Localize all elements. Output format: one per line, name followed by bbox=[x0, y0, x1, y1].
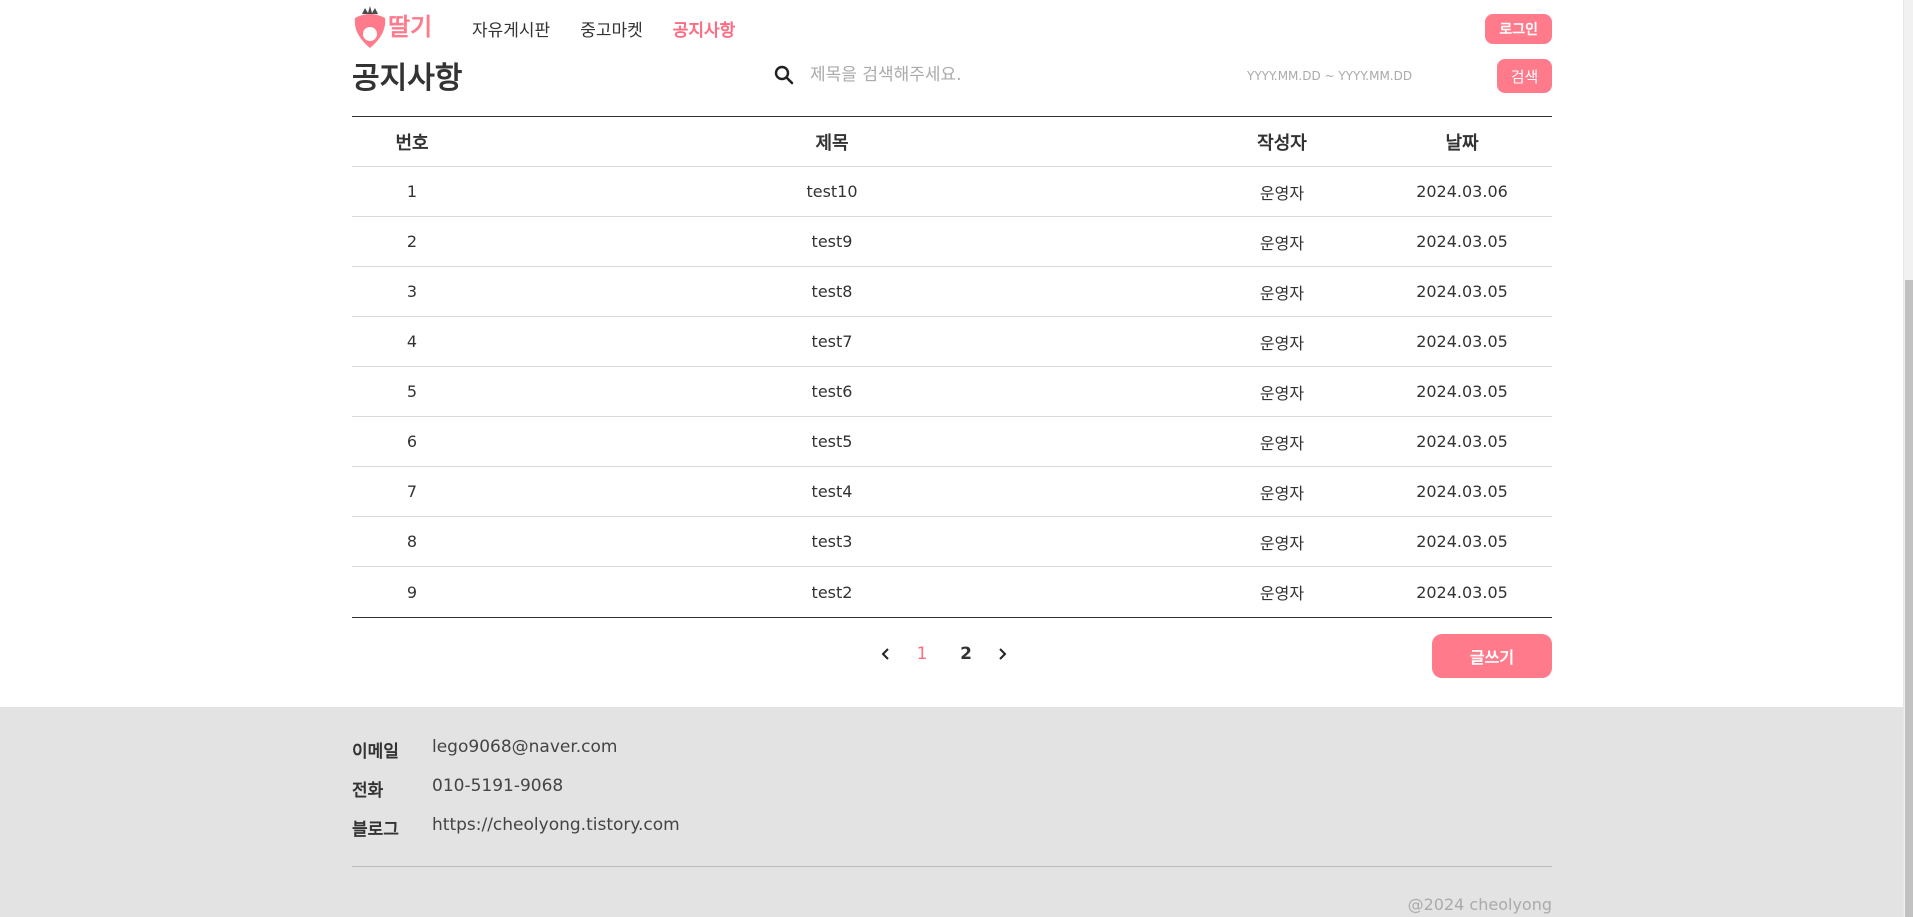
vertical-scrollbar[interactable] bbox=[1903, 0, 1913, 917]
cell-author: 운영자 bbox=[1259, 233, 1305, 253]
table-header-row: 번호 제목 작성자 날짜 bbox=[352, 117, 1552, 167]
header-author: 작성자 bbox=[1257, 132, 1307, 154]
write-button[interactable]: 글쓰기 bbox=[1432, 634, 1552, 678]
table-row[interactable]: 9 test2 운영자 2024.03.05 bbox=[352, 567, 1552, 617]
footer-phone: 010-5191-9068 bbox=[432, 776, 564, 796]
footer: 이메일 lego9068@naver.com 전화 010-5191-9068 … bbox=[0, 707, 1903, 917]
prev-page-icon[interactable] bbox=[872, 640, 900, 668]
cell-date: 2024.03.05 bbox=[1416, 532, 1508, 551]
cell-date: 2024.03.05 bbox=[1416, 482, 1508, 501]
cell-title[interactable]: test6 bbox=[472, 382, 1192, 401]
cell-no: 6 bbox=[406, 432, 418, 451]
cell-no: 9 bbox=[406, 582, 418, 602]
cell-no: 4 bbox=[406, 332, 418, 351]
cell-title[interactable]: test4 bbox=[472, 482, 1192, 501]
cell-author: 운영자 bbox=[1259, 383, 1305, 403]
page: 딸기 자유게시판 중고마켓 공지사항 로그인 공지사항 검색 번호 제목 작성자… bbox=[0, 0, 1903, 917]
pagination: 1 2 bbox=[872, 640, 1016, 668]
table-row[interactable]: 2 test9 운영자 2024.03.05 bbox=[352, 217, 1552, 267]
search-input[interactable] bbox=[810, 60, 1170, 90]
table-row[interactable]: 6 test5 운영자 2024.03.05 bbox=[352, 417, 1552, 467]
cell-no: 7 bbox=[406, 482, 418, 501]
main-nav: 자유게시판 중고마켓 공지사항 bbox=[472, 16, 735, 41]
nav-free-board[interactable]: 자유게시판 bbox=[472, 16, 550, 41]
cell-title[interactable]: test5 bbox=[472, 432, 1192, 451]
strawberry-icon bbox=[354, 6, 386, 48]
cell-date: 2024.03.05 bbox=[1416, 382, 1508, 401]
logo-text: 딸기 bbox=[388, 12, 433, 41]
page-1[interactable]: 1 bbox=[900, 644, 944, 664]
footer-phone-label: 전화 bbox=[352, 781, 384, 801]
page-2[interactable]: 2 bbox=[944, 644, 988, 664]
cell-title[interactable]: test9 bbox=[472, 232, 1192, 251]
table-row[interactable]: 5 test6 운영자 2024.03.05 bbox=[352, 367, 1552, 417]
cell-no: 1 bbox=[406, 182, 418, 201]
cell-author: 운영자 bbox=[1259, 483, 1305, 503]
table-row[interactable]: 3 test8 운영자 2024.03.05 bbox=[352, 267, 1552, 317]
notice-table: 번호 제목 작성자 날짜 1 test10 운영자 2024.03.06 2 t… bbox=[352, 116, 1552, 618]
header-no: 번호 bbox=[395, 132, 429, 154]
cell-title[interactable]: test8 bbox=[472, 282, 1192, 301]
copyright: @2024 cheolyong bbox=[1407, 895, 1552, 914]
logo[interactable]: 딸기 bbox=[352, 4, 432, 50]
footer-divider bbox=[352, 866, 1552, 867]
cell-date: 2024.03.05 bbox=[1416, 582, 1508, 602]
cell-title[interactable]: test7 bbox=[472, 332, 1192, 351]
header: 딸기 자유게시판 중고마켓 공지사항 로그인 bbox=[352, 0, 1552, 56]
nav-notice[interactable]: 공지사항 bbox=[673, 16, 736, 41]
table-row[interactable]: 8 test3 운영자 2024.03.05 bbox=[352, 517, 1552, 567]
footer-blog-row: 블로그 https://cheolyong.tistory.com bbox=[352, 815, 680, 840]
cell-author: 운영자 bbox=[1259, 433, 1305, 453]
table-row[interactable]: 1 test10 운영자 2024.03.06 bbox=[352, 167, 1552, 217]
header-title: 제목 bbox=[815, 132, 849, 154]
cell-no: 2 bbox=[406, 232, 418, 251]
cell-author: 운영자 bbox=[1259, 584, 1305, 603]
cell-no: 3 bbox=[406, 282, 418, 301]
table-row[interactable]: 4 test7 운영자 2024.03.05 bbox=[352, 317, 1552, 367]
cell-no: 5 bbox=[406, 382, 418, 401]
header-date: 날짜 bbox=[1445, 132, 1479, 154]
login-button[interactable]: 로그인 bbox=[1485, 14, 1552, 44]
cell-date: 2024.03.05 bbox=[1416, 432, 1508, 451]
footer-email-row: 이메일 lego9068@naver.com bbox=[352, 737, 618, 762]
search-button[interactable]: 검색 bbox=[1497, 59, 1552, 93]
cell-date: 2024.03.06 bbox=[1416, 182, 1508, 201]
scrollbar-thumb[interactable] bbox=[1905, 280, 1913, 917]
footer-email: lego9068@naver.com bbox=[432, 737, 618, 757]
footer-phone-row: 전화 010-5191-9068 bbox=[352, 776, 563, 801]
cell-title[interactable]: test3 bbox=[472, 532, 1192, 551]
table-row[interactable]: 7 test4 운영자 2024.03.05 bbox=[352, 467, 1552, 517]
date-range-input[interactable] bbox=[1247, 66, 1487, 86]
cell-date: 2024.03.05 bbox=[1416, 282, 1508, 301]
search-icon[interactable] bbox=[773, 64, 795, 86]
cell-date: 2024.03.05 bbox=[1416, 232, 1508, 251]
cell-no: 8 bbox=[406, 532, 418, 551]
cell-author: 운영자 bbox=[1259, 283, 1305, 303]
cell-author: 운영자 bbox=[1259, 533, 1305, 553]
footer-blog-link[interactable]: https://cheolyong.tistory.com bbox=[432, 815, 680, 840]
cell-title[interactable]: test10 bbox=[472, 182, 1192, 201]
page-title: 공지사항 bbox=[352, 61, 463, 96]
cell-title[interactable]: test2 bbox=[472, 583, 1192, 602]
cell-author: 운영자 bbox=[1259, 333, 1305, 353]
cell-author: 운영자 bbox=[1259, 183, 1305, 203]
footer-blog-label: 블로그 bbox=[352, 820, 399, 840]
cell-date: 2024.03.05 bbox=[1416, 332, 1508, 351]
next-page-icon[interactable] bbox=[988, 640, 1016, 668]
footer-email-label: 이메일 bbox=[352, 742, 399, 762]
nav-market[interactable]: 중고마켓 bbox=[580, 16, 643, 41]
